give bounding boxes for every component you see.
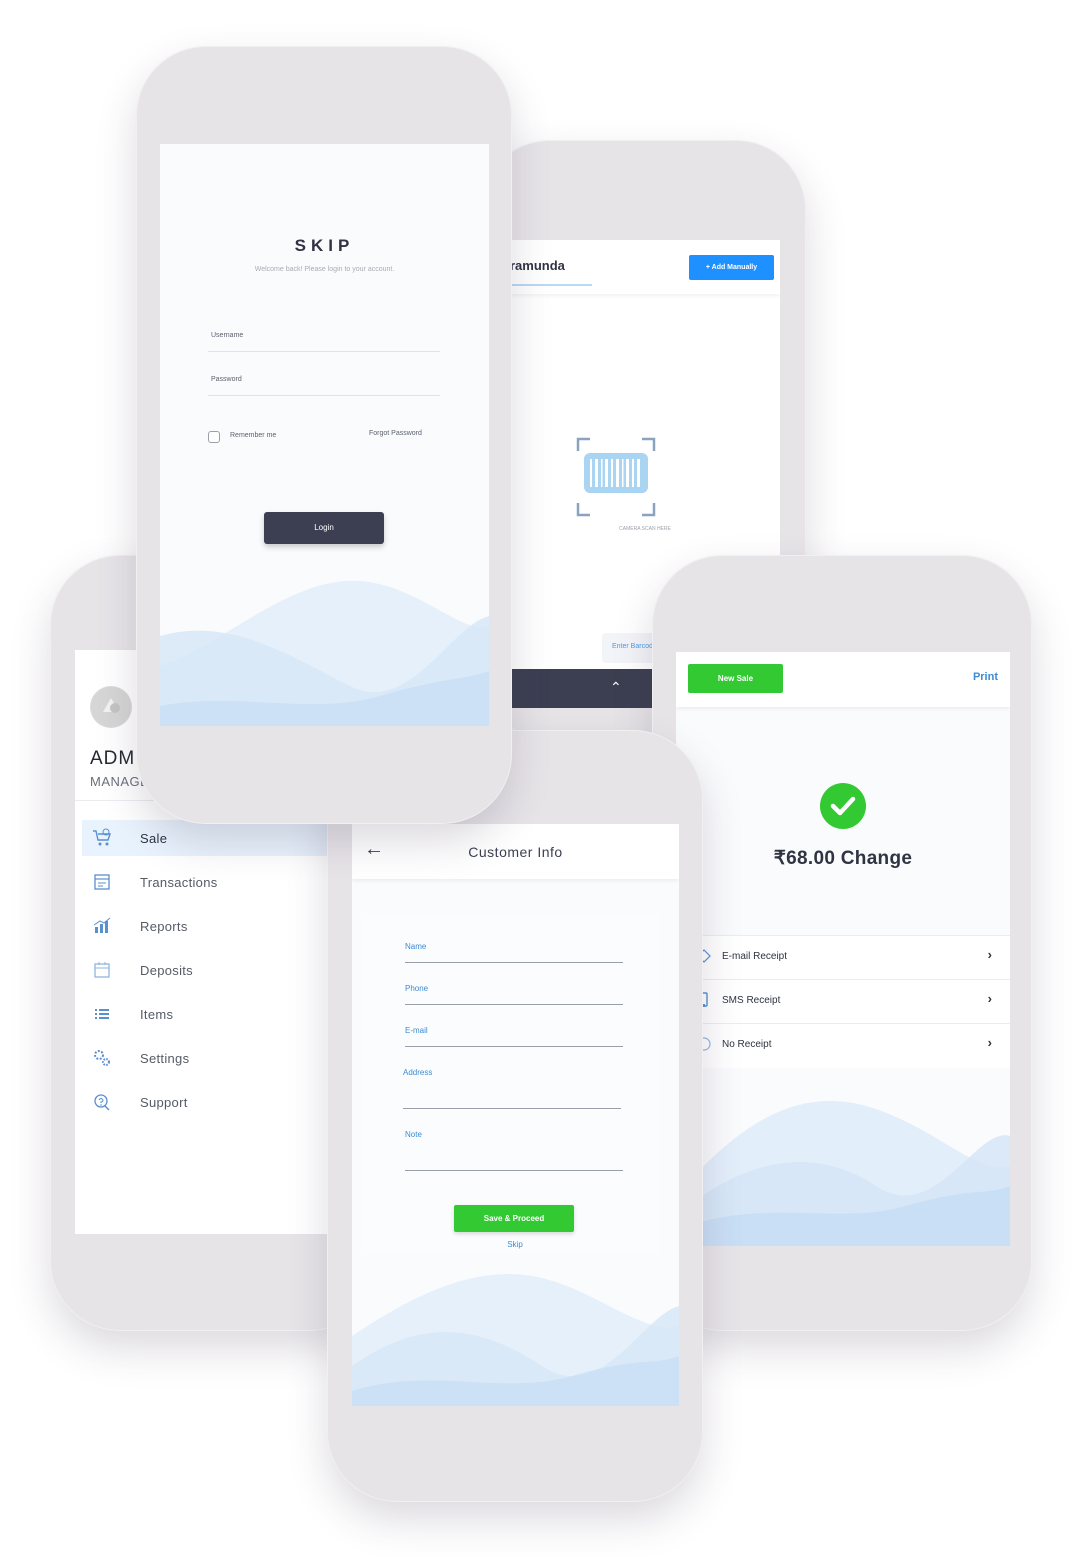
email-receipt-row[interactable]: E-mail Receipt › [676, 935, 1010, 980]
field-label: Address [403, 1068, 433, 1077]
sidebar-item-support[interactable]: Support [82, 1084, 327, 1120]
scan-header: ramunda + Add Manually [510, 240, 780, 294]
store-underline [510, 284, 592, 286]
sidebar-item-label: Items [140, 1007, 174, 1022]
store-name: ramunda [510, 258, 565, 273]
sms-receipt-row[interactable]: SMS Receipt › [676, 979, 1010, 1024]
sidebar-item-settings[interactable]: Settings [82, 1040, 327, 1076]
remember-label: Remember me [230, 432, 277, 439]
tagline: Welcome back! Please login to your accou… [254, 266, 395, 273]
brand-logo: SKIP [294, 236, 355, 255]
scan-bottom-bar: ⌃ [510, 669, 656, 708]
receipt-label: E-mail Receipt [722, 951, 788, 962]
remember-checkbox[interactable] [208, 431, 220, 443]
password-label: Password [211, 376, 242, 383]
sidebar-item-items[interactable]: Items [82, 996, 327, 1032]
field-label: Note [405, 1130, 422, 1139]
skip-link[interactable]: Skip [352, 1240, 678, 1249]
change-amount: ₹68.00 Change [773, 848, 913, 869]
chevron-right-icon: › [987, 947, 992, 962]
page-title: Customer Info [468, 844, 563, 860]
new-sale-button[interactable]: New Sale [688, 664, 783, 693]
login-button[interactable]: Login [264, 512, 384, 544]
cart-icon [93, 828, 111, 846]
login-screen: SKIP Welcome back! Please login to your … [160, 144, 489, 726]
customer-screen: ← Customer Info Name Phone E-mail Addres… [352, 824, 679, 1406]
receipt-label: SMS Receipt [722, 995, 781, 1006]
camera-scan-hint: CAMERA SCAN HERE [619, 526, 671, 532]
sidebar-item-deposits[interactable]: Deposits [82, 952, 327, 988]
field-label: Name [405, 942, 427, 951]
wave-decoration [352, 1274, 679, 1406]
phone-customer-info: ← Customer Info Name Phone E-mail Addres… [327, 730, 703, 1502]
transactions-icon [94, 874, 110, 890]
user-name: ADMI [90, 748, 142, 769]
password-input[interactable]: Password [208, 373, 440, 396]
username-input[interactable]: Username [208, 329, 440, 352]
sidebar-item-sale[interactable]: Sale [82, 820, 327, 856]
email-field[interactable]: E-mail [405, 1026, 623, 1047]
sidebar-item-label: Reports [140, 919, 188, 934]
address-field[interactable]: Address [403, 1068, 621, 1109]
no-receipt-row[interactable]: No Receipt › [676, 1023, 1010, 1068]
forgot-password-link[interactable]: Forgot Password [369, 430, 422, 437]
customer-form: Name Phone E-mail Address Note [362, 914, 659, 1254]
sidebar-item-label: Deposits [140, 963, 193, 978]
note-field[interactable]: Note [405, 1130, 623, 1171]
gears-icon [94, 1050, 110, 1066]
sidebar-item-transactions[interactable]: Transactions [82, 864, 327, 900]
receipt-label: No Receipt [722, 1039, 772, 1050]
support-icon [94, 1094, 110, 1111]
sidebar-item-label: Settings [140, 1051, 190, 1066]
avatar-logo-icon [91, 687, 131, 727]
avatar[interactable] [90, 686, 132, 728]
phone-field[interactable]: Phone [405, 984, 623, 1005]
deposits-icon [94, 962, 110, 978]
phone-login: SKIP Welcome back! Please login to your … [136, 46, 512, 824]
sidebar-item-label: Sale [140, 831, 168, 846]
customer-header: ← Customer Info [352, 824, 679, 879]
field-label: Phone [405, 984, 429, 993]
sidebar-item-label: Transactions [140, 875, 218, 890]
print-button[interactable]: Print [973, 671, 998, 683]
save-proceed-button[interactable]: Save & Proceed [454, 1205, 574, 1232]
success-check-icon [820, 783, 866, 829]
reports-icon [93, 917, 111, 933]
field-label: E-mail [405, 1026, 428, 1035]
name-field[interactable]: Name [405, 942, 623, 963]
change-header: New Sale Print [676, 652, 1010, 707]
barcode-scan-icon[interactable] [576, 437, 656, 517]
phone-change: New Sale Print ₹68.00 Change E-mail Rece… [652, 555, 1032, 1331]
username-label: Username [211, 332, 244, 339]
wave-decoration [676, 1100, 1010, 1246]
sidebar-item-reports[interactable]: Reports [82, 908, 327, 944]
chevron-up-icon[interactable]: ⌃ [610, 679, 622, 696]
list-icon [95, 1009, 109, 1019]
sidebar-item-label: Support [140, 1095, 188, 1110]
chevron-right-icon: › [987, 1035, 992, 1050]
add-manually-button[interactable]: + Add Manually [689, 255, 774, 280]
change-screen: New Sale Print ₹68.00 Change E-mail Rece… [676, 652, 1010, 1246]
chevron-right-icon: › [987, 991, 992, 1006]
wave-decoration [160, 580, 489, 726]
